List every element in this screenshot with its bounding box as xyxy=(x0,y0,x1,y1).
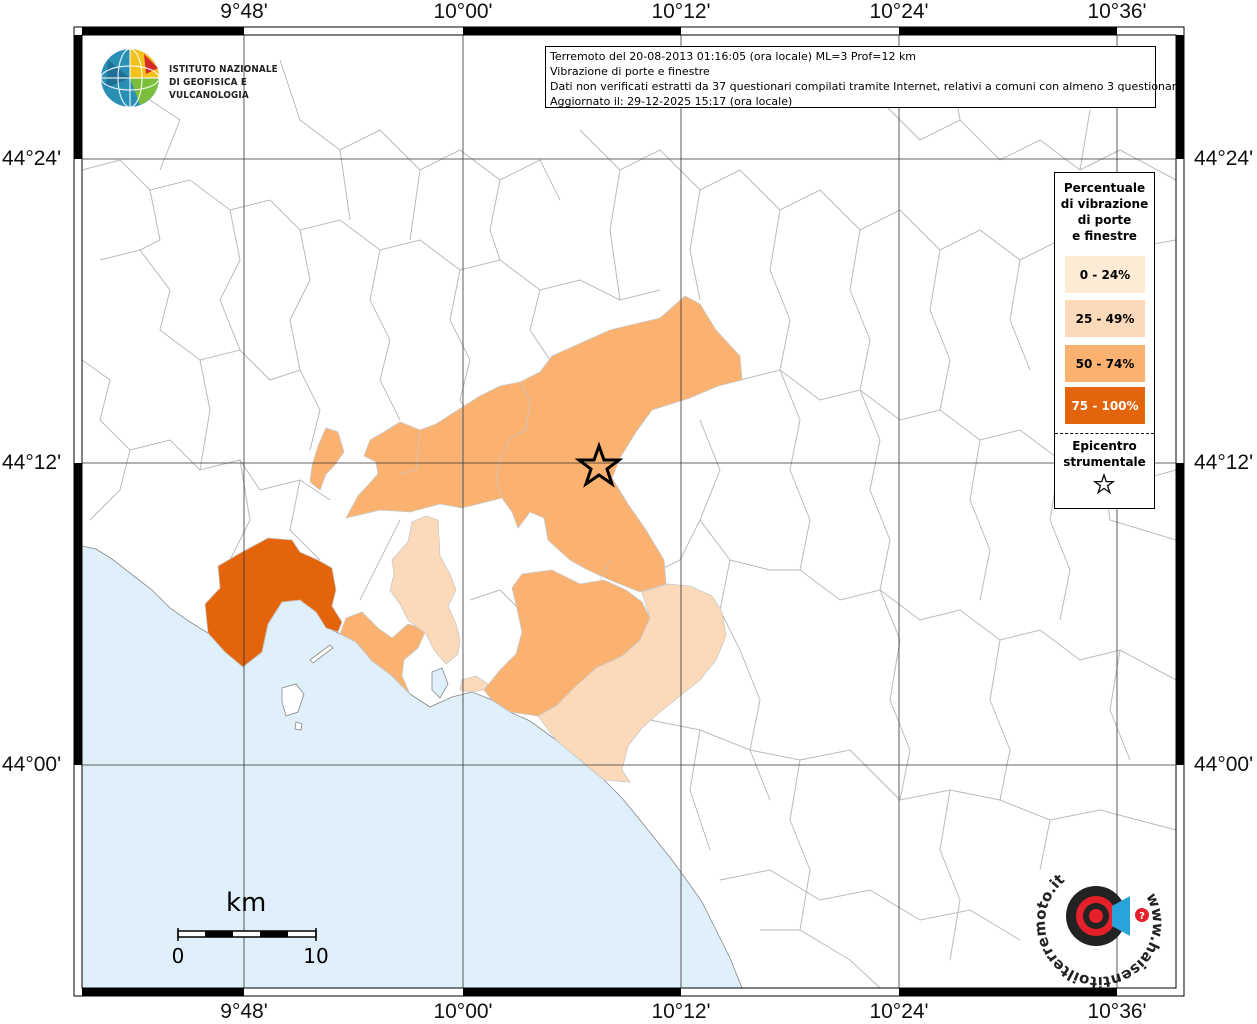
legend-swatch-25-49: 25 - 49% xyxy=(1065,300,1145,337)
legend-epicenter-label: Epicentro strumentale xyxy=(1055,438,1154,470)
lon-label-top: 10°24' xyxy=(869,0,929,23)
legend-swatch-50-74: 50 - 74% xyxy=(1065,345,1145,382)
ingv-logo: ISTITUTO NAZIONALE DI GEOFISICA E VULCAN… xyxy=(100,48,320,110)
event-info-line: Terremoto del 20-08-2013 01:16:05 (ora l… xyxy=(550,50,917,63)
lat-label-left: 44°00' xyxy=(2,753,62,776)
lon-label-top: 9°48' xyxy=(220,0,268,23)
lon-label-top: 10°00' xyxy=(433,0,493,23)
legend-title: Percentuale di vibrazione di porte e fin… xyxy=(1055,180,1154,244)
lat-label-left: 44°24' xyxy=(2,147,62,170)
lon-label-bottom: 10°36' xyxy=(1087,1000,1147,1023)
legend-title-line: di vibrazione xyxy=(1060,197,1149,211)
lat-label-left: 44°12' xyxy=(2,451,62,474)
event-info-line: Vibrazione di porte e finestre xyxy=(550,65,710,78)
legend: Percentuale di vibrazione di porte e fin… xyxy=(1054,172,1155,509)
event-info-line: Aggiornato il: 29-12-2025 15:17 (ora loc… xyxy=(550,95,793,108)
legend-divider xyxy=(1055,433,1154,434)
target-speaker-icon: ? xyxy=(1066,886,1149,946)
lon-label-bottom: 9°48' xyxy=(220,1000,268,1023)
lon-label-bottom: 10°24' xyxy=(869,1000,929,1023)
lon-label-bottom: 10°00' xyxy=(433,1000,493,1023)
lat-label-right: 44°00' xyxy=(1194,753,1254,776)
globe-icon xyxy=(100,48,160,108)
legend-title-line: Percentuale xyxy=(1063,181,1146,195)
legend-swatch-0-24: 0 - 24% xyxy=(1065,256,1145,293)
ingv-name-line2: DI GEOFISICA E VULCANOLOGIA xyxy=(169,77,249,101)
scale-end: 10 xyxy=(303,944,329,968)
lat-label-right: 44°12' xyxy=(1194,451,1254,474)
legend-epicenter-line: strumentale xyxy=(1063,455,1146,469)
scale-start: 0 xyxy=(171,944,185,968)
lon-label-bottom: 10°12' xyxy=(651,1000,711,1023)
legend-title-line: di porte xyxy=(1077,213,1132,227)
event-info-line: Dati non verificati estratti da 37 quest… xyxy=(550,80,1183,93)
haisentito-logo: ? www.haisentitoilterremoto.it xyxy=(1034,858,1164,988)
lon-label-top: 10°12' xyxy=(651,0,711,23)
legend-swatch-75-100: 75 - 100% xyxy=(1065,387,1145,424)
legend-epicenter-line: Epicentro xyxy=(1072,439,1137,453)
ingv-name-line1: ISTITUTO NAZIONALE xyxy=(169,64,278,75)
scale-unit: km xyxy=(226,888,267,918)
svg-text:?: ? xyxy=(1139,911,1145,922)
event-info-box: Terremoto del 20-08-2013 01:16:05 (ora l… xyxy=(545,46,1183,108)
lon-label-top: 10°36' xyxy=(1087,0,1147,23)
star-icon xyxy=(1093,473,1115,495)
legend-title-line: e finestre xyxy=(1072,229,1137,243)
lat-label-right: 44°24' xyxy=(1194,147,1254,170)
